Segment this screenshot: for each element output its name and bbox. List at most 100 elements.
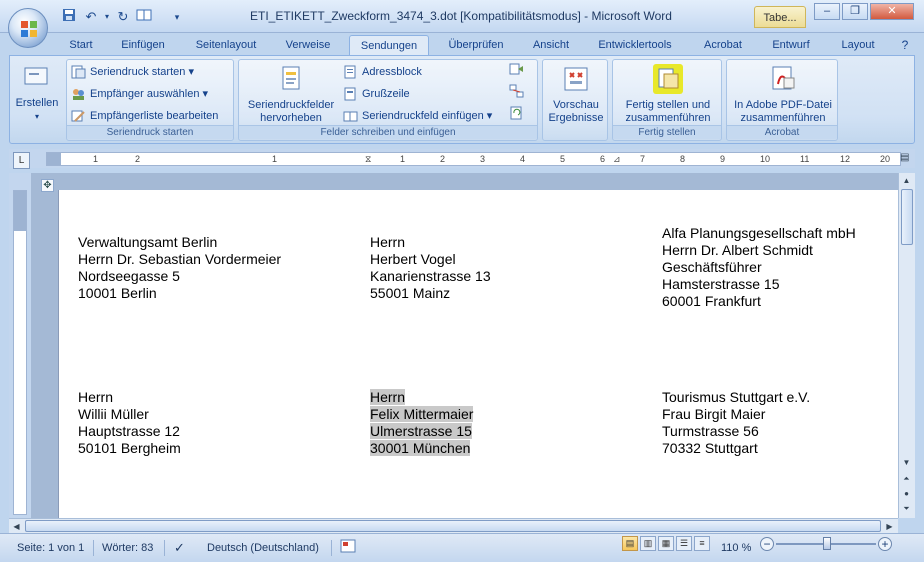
redo-icon[interactable]: ↻	[114, 8, 132, 26]
preview-results-icon	[564, 67, 588, 91]
vertical-scroll-thumb[interactable]	[901, 189, 913, 245]
tab-einfuegen[interactable]: Einfügen	[112, 35, 174, 56]
acrobat-line1: In Adobe PDF-Datei	[734, 99, 832, 111]
language-status[interactable]: Deutsch (Deutschland)	[207, 539, 319, 557]
vertical-scrollbar[interactable]: ▲ ▼ ⏶ ● ⏷	[898, 173, 915, 518]
address-label[interactable]: Alfa Planungsgesellschaft mbH Herrn Dr. …	[662, 225, 856, 310]
web-layout-icon[interactable]: ▦	[658, 536, 674, 551]
tab-entwicklertools[interactable]: Entwicklertools	[589, 35, 681, 56]
tab-sendungen[interactable]: Sendungen	[349, 35, 429, 56]
vertical-ruler[interactable]	[13, 190, 27, 515]
horizontal-scroll-thumb[interactable]	[25, 520, 881, 532]
tab-ansicht[interactable]: Ansicht	[524, 35, 578, 56]
close-button[interactable]: ✕	[870, 3, 914, 20]
zoom-slider-knob[interactable]	[823, 537, 831, 550]
minimize-button[interactable]: –	[814, 3, 840, 20]
seriendruckfeld-einfuegen-label: Seriendruckfeld einfügen	[362, 110, 484, 122]
status-bar: Seite: 1 von 1 Wörter: 83 ✓ Deutsch (Deu…	[0, 533, 924, 562]
vorschau-ergebnisse-button[interactable]: Vorschau Ergebnisse	[545, 64, 607, 125]
outline-view-icon[interactable]: ☰	[676, 536, 692, 551]
save-icon[interactable]	[60, 8, 78, 26]
indent-marker-icon[interactable]: ⧖	[365, 153, 371, 165]
match-fields-icon[interactable]	[509, 84, 525, 104]
label-line: 50101 Bergheim	[78, 440, 181, 456]
ruler-tick: 6	[600, 154, 606, 164]
ruler-tick: 10	[760, 154, 771, 164]
address-label-highlighted[interactable]: Herrn Felix Mittermaier Ulmerstrasse 15 …	[370, 389, 474, 457]
address-label[interactable]: Herrn Willii Müller Hauptstrasse 12 5010…	[78, 389, 181, 457]
context-tab-table-tools[interactable]: Tabe...	[754, 6, 806, 28]
ruler-tick: 2	[440, 154, 446, 164]
window-title: ETI_ETIKETT_Zweckform_3474_3.dot [Kompat…	[250, 9, 672, 23]
address-label[interactable]: Tourismus Stuttgart e.V. Frau Birgit Mai…	[662, 389, 810, 457]
fertig-stellen-button[interactable]: Fertig stellen und zusammenführen	[615, 64, 721, 125]
label-line: Willii Müller	[78, 406, 149, 422]
scroll-right-icon[interactable]: ▶	[882, 519, 897, 534]
address-label[interactable]: Verwaltungsamt Berlin Herrn Dr. Sebastia…	[78, 234, 281, 302]
empfaenger-auswaehlen-button[interactable]: Empfänger auswählen ▾	[71, 84, 208, 104]
status-divider	[164, 540, 165, 556]
tab-entwurf[interactable]: Entwurf	[762, 35, 820, 56]
previous-page-icon[interactable]: ⏶	[899, 471, 914, 486]
proofing-icon[interactable]: ✓	[174, 539, 185, 557]
scroll-up-icon[interactable]: ▲	[899, 173, 914, 188]
grusszeile-label: Grußzeile	[362, 88, 410, 100]
macro-recording-icon[interactable]	[340, 539, 356, 559]
table-move-handle-icon[interactable]: ✥	[41, 179, 54, 192]
status-divider	[93, 540, 94, 556]
tab-start[interactable]: Start	[62, 35, 100, 56]
draft-view-icon[interactable]: ≡	[694, 536, 710, 551]
tab-layout[interactable]: Layout	[832, 35, 884, 56]
horizontal-scrollbar[interactable]: ◀ ▶	[9, 518, 898, 533]
tab-acrobat[interactable]: Acrobat	[694, 35, 752, 56]
empfaengerliste-bearbeiten-label: Empfängerliste bearbeiten	[90, 110, 219, 122]
erstellen-button[interactable]: Erstellen ▾	[12, 62, 62, 123]
insert-field-icon	[343, 111, 358, 122]
adressblock-button[interactable]: Adressblock	[343, 62, 422, 82]
group-felder-schreiben: Seriendruckfelder hervorheben Adressbloc…	[238, 59, 538, 141]
ruler-tick: 11	[800, 154, 810, 164]
scroll-down-icon[interactable]: ▼	[899, 455, 914, 470]
seriendruckfelder-hervorheben-button[interactable]: Seriendruckfelder hervorheben	[241, 64, 341, 125]
seriendruckfeld-einfuegen-button[interactable]: Seriendruckfeld einfügen ▾	[343, 106, 492, 126]
group-seriendruck-starten: Seriendruck starten ▾ Empfänger auswähle…	[66, 59, 234, 141]
office-button[interactable]	[8, 8, 48, 48]
print-preview-icon[interactable]	[135, 8, 153, 26]
empfaengerliste-bearbeiten-button[interactable]: Empfängerliste bearbeiten	[71, 106, 218, 126]
empfaenger-auswaehlen-label: Empfänger auswählen	[90, 88, 200, 100]
tab-seitenlayout[interactable]: Seitenlayout	[186, 35, 266, 56]
customize-quick-access-icon[interactable]: ▾	[168, 8, 186, 26]
adobe-pdf-merge-button[interactable]: In Adobe PDF-Datei zusammenführen	[729, 64, 837, 125]
label-line: Hamsterstrasse 15	[662, 276, 780, 292]
seriendruck-starten-button[interactable]: Seriendruck starten ▾	[71, 62, 194, 82]
ruler-tick: 9	[720, 154, 726, 164]
full-screen-reading-icon[interactable]: ▥	[640, 536, 656, 551]
finish-merge-icon	[653, 64, 683, 94]
label-line: 30001 München	[370, 440, 471, 456]
tab-verweise[interactable]: Verweise	[278, 35, 338, 56]
word-count[interactable]: Wörter: 83	[102, 539, 153, 557]
view-ruler-icon[interactable]: ▤	[900, 152, 912, 166]
page-count[interactable]: Seite: 1 von 1	[17, 539, 84, 557]
rules-icon[interactable]	[509, 62, 525, 82]
ruler-tick: 1	[272, 154, 278, 164]
next-page-icon[interactable]: ⏷	[899, 501, 914, 516]
address-label[interactable]: Herrn Herbert Vogel Kanarienstrasse 13 5…	[370, 234, 491, 302]
help-icon[interactable]: ?	[896, 35, 914, 56]
select-browse-object-icon[interactable]: ●	[899, 486, 914, 501]
tab-ueberpruefen[interactable]: Überprüfen	[440, 35, 512, 56]
zoom-in-icon[interactable]: +	[878, 537, 892, 551]
print-layout-view-icon[interactable]: ▤	[622, 536, 638, 551]
grusszeile-button[interactable]: Grußzeile	[343, 84, 410, 104]
zoom-out-icon[interactable]: −	[760, 537, 774, 551]
group-label-acrobat: Acrobat	[727, 125, 837, 139]
label-line: Frau Birgit Maier	[662, 406, 766, 422]
adobe-pdf-icon	[772, 66, 795, 90]
maximize-button[interactable]: ❐	[842, 3, 868, 20]
zoom-level[interactable]: 110 %	[721, 539, 751, 557]
scroll-left-icon[interactable]: ◀	[9, 519, 24, 534]
tab-stop-icon[interactable]: ⊿	[613, 153, 621, 165]
horizontal-ruler[interactable]: 1 2 1 1 2 3 4 5 6 7 8 9 10 11 12 20 ⧖ ⊿	[46, 152, 901, 166]
tab-selector[interactable]: L	[13, 152, 30, 169]
update-labels-icon[interactable]	[509, 106, 525, 126]
